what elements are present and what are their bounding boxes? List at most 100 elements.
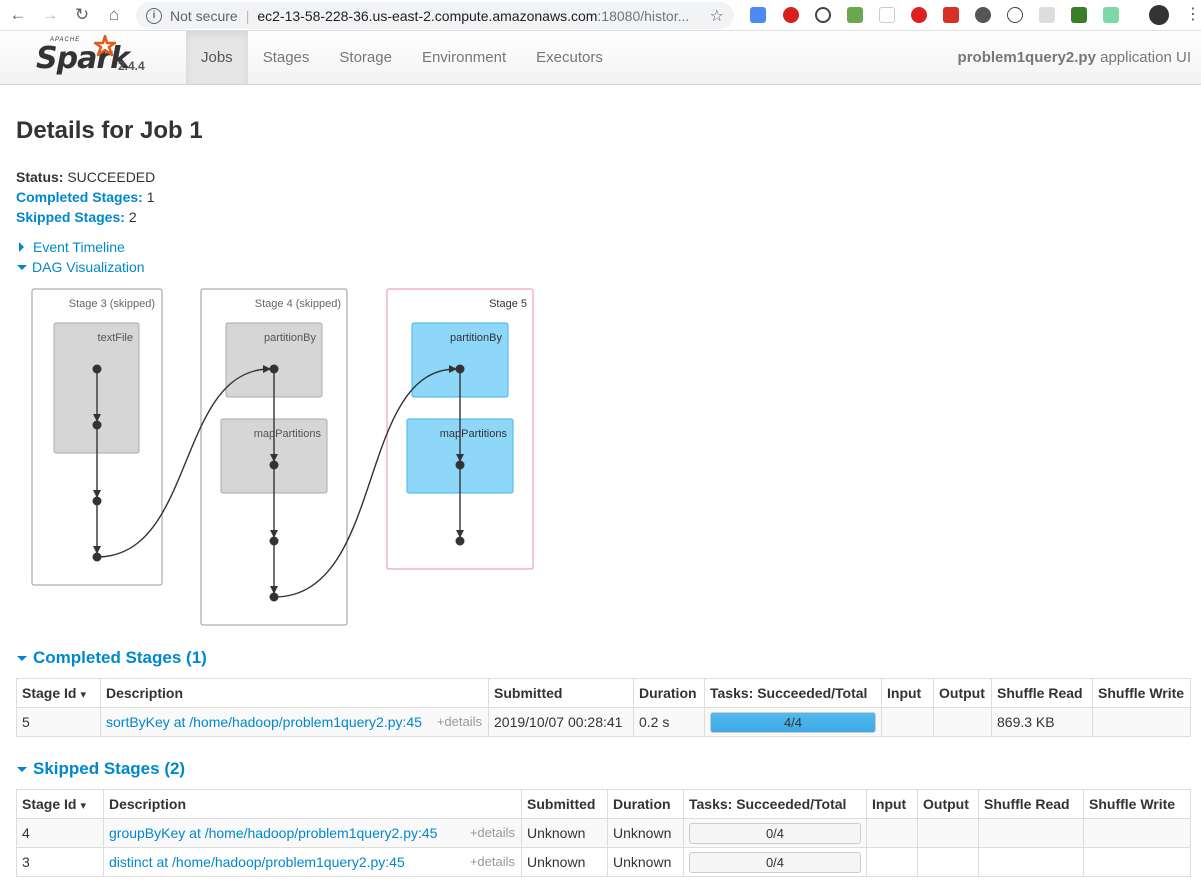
arrow-down-icon bbox=[17, 264, 27, 270]
tab-storage[interactable]: Storage bbox=[324, 31, 407, 84]
input-cell bbox=[881, 707, 934, 737]
status-line: Status: SUCCEEDED bbox=[16, 167, 1185, 187]
column-header-description[interactable]: Description bbox=[100, 678, 489, 708]
spark-star-icon bbox=[94, 35, 116, 57]
column-header-shuffle-write[interactable]: Shuffle Write bbox=[1092, 678, 1191, 708]
event-timeline-toggle[interactable]: Event Timeline bbox=[16, 237, 1185, 257]
tab-jobs[interactable]: Jobs bbox=[186, 31, 248, 84]
dag-visualization-toggle[interactable]: DAG Visualization bbox=[16, 257, 1185, 277]
column-header-shuffle-read[interactable]: Shuffle Read bbox=[991, 678, 1093, 708]
stage-description-link[interactable]: groupByKey at /home/hadoop/problem1query… bbox=[109, 825, 437, 841]
d-icon[interactable] bbox=[1103, 7, 1119, 23]
page-title: Details for Job 1 bbox=[16, 117, 203, 144]
b-icon[interactable] bbox=[1039, 7, 1055, 23]
column-header-tasks[interactable]: Tasks: Succeeded/Total bbox=[704, 678, 882, 708]
duration-cell: Unknown bbox=[607, 818, 684, 848]
stage-5-label: Stage 5 bbox=[489, 298, 527, 310]
skipped-stages-count: 2 bbox=[128, 209, 137, 225]
description-cell: distinct at /home/hadoop/problem1query2.… bbox=[103, 847, 522, 877]
column-header-output[interactable]: Output bbox=[933, 678, 992, 708]
bird-icon[interactable] bbox=[847, 7, 863, 23]
completed-stages-link[interactable]: Completed Stages: bbox=[16, 189, 143, 205]
column-header-input[interactable]: Input bbox=[866, 789, 918, 819]
submitted-cell: 2019/10/07 00:28:41 bbox=[488, 707, 634, 737]
url-host: ec2-13-58-228-36.us-east-2.compute.amazo… bbox=[257, 7, 598, 24]
output-cell bbox=[917, 847, 979, 877]
vivaldi-icon[interactable] bbox=[911, 7, 927, 23]
stage-5-op-label-2: mapPartitions bbox=[440, 428, 508, 440]
status-label: Status: bbox=[16, 169, 64, 185]
nav-tabs: Jobs Stages Storage Environment Executor… bbox=[186, 31, 618, 84]
translate-icon[interactable] bbox=[750, 7, 766, 23]
tasks-cell: 0/4 bbox=[683, 818, 867, 848]
table-header-row: Stage Id ▾ Description Submitted Duration… bbox=[16, 678, 1191, 708]
column-header-submitted[interactable]: Submitted bbox=[488, 678, 634, 708]
home-icon[interactable]: ⌂ bbox=[98, 0, 130, 31]
stage-3-label: Stage 3 (skipped) bbox=[69, 298, 155, 310]
output-cell bbox=[917, 818, 979, 848]
spark-logo[interactable]: APACHE Spark 2.4.4 bbox=[36, 35, 146, 81]
details-toggle[interactable]: +details bbox=[470, 825, 515, 840]
column-header-shuffle-read[interactable]: Shuffle Read bbox=[978, 789, 1084, 819]
avatar[interactable] bbox=[1149, 5, 1169, 25]
skipped-stages-link[interactable]: Skipped Stages: bbox=[16, 209, 125, 225]
url-rest: :18080/histor... bbox=[597, 7, 690, 24]
reload-icon[interactable]: ↻ bbox=[66, 0, 98, 31]
column-header-duration[interactable]: Duration bbox=[607, 789, 684, 819]
browser-toolbar: ← → ↻ ⌂ i Not secure | ec2-13-58-228-36.… bbox=[0, 0, 1201, 31]
arrow-right-icon bbox=[19, 242, 24, 252]
column-header-stage-id[interactable]: Stage Id ▾ bbox=[16, 678, 101, 708]
task-progress-label: 0/4 bbox=[765, 825, 785, 841]
arrow-down-icon bbox=[17, 766, 27, 772]
sync-icon[interactable] bbox=[815, 7, 831, 23]
monitor-icon[interactable] bbox=[1071, 7, 1087, 23]
stage-4-op-label-2: mapPartitions bbox=[254, 428, 322, 440]
stage-id-cell: 5 bbox=[16, 707, 101, 737]
task-progress-label: 0/4 bbox=[765, 854, 785, 870]
table-row: 3 distinct at /home/hadoop/problem1query… bbox=[16, 847, 1191, 877]
menu-dots-icon[interactable]: ⋮ bbox=[1185, 7, 1201, 23]
completed-stages-line: Completed Stages: 1 bbox=[16, 187, 1185, 207]
stage-description-link[interactable]: distinct at /home/hadoop/problem1query2.… bbox=[109, 854, 405, 870]
table-row: 4 groupByKey at /home/hadoop/problem1que… bbox=[16, 818, 1191, 848]
completed-stages-heading[interactable]: Completed Stages (1) bbox=[16, 647, 1185, 669]
column-header-input[interactable]: Input bbox=[881, 678, 934, 708]
column-header-output[interactable]: Output bbox=[917, 789, 979, 819]
details-toggle[interactable]: +details bbox=[470, 854, 515, 869]
bookmark-star-icon[interactable]: ☆ bbox=[710, 6, 724, 26]
task-progress-bar: 0/4 bbox=[689, 822, 861, 844]
back-arrow-icon[interactable]: ← bbox=[2, 0, 34, 31]
stage-3-op-label: textFile bbox=[98, 332, 133, 344]
stage-id-cell: 3 bbox=[16, 847, 104, 877]
column-header-submitted[interactable]: Submitted bbox=[521, 789, 608, 819]
column-header-stage-id[interactable]: Stage Id ▾ bbox=[16, 789, 104, 819]
stage-description-link[interactable]: sortByKey at /home/hadoop/problem1query2… bbox=[106, 714, 422, 730]
adblock-icon[interactable] bbox=[783, 7, 799, 23]
tab-environment[interactable]: Environment bbox=[407, 31, 521, 84]
completed-stages-table: Stage Id ▾ Description Submitted Duration… bbox=[16, 678, 1191, 737]
g-icon[interactable] bbox=[943, 7, 959, 23]
shuffle-write-cell bbox=[1083, 818, 1191, 848]
grid-icon[interactable] bbox=[879, 7, 895, 23]
tasks-cell: 0/4 bbox=[683, 847, 867, 877]
tab-stages[interactable]: Stages bbox=[248, 31, 325, 84]
url-separator: | bbox=[245, 7, 250, 24]
details-toggle[interactable]: +details bbox=[437, 714, 482, 729]
status-value: SUCCEEDED bbox=[67, 169, 156, 185]
column-header-shuffle-write[interactable]: Shuffle Write bbox=[1083, 789, 1191, 819]
moon-icon[interactable] bbox=[975, 7, 991, 23]
stage-5-op-label-1: partitionBy bbox=[450, 332, 502, 344]
task-progress-bar: 4/4 bbox=[710, 711, 876, 733]
tasks-cell: 4/4 bbox=[704, 707, 882, 737]
code-icon[interactable] bbox=[1007, 7, 1023, 23]
address-bar[interactable]: i Not secure | ec2-13-58-228-36.us-east-… bbox=[136, 2, 734, 29]
arrow-down-icon bbox=[17, 655, 27, 661]
column-header-duration[interactable]: Duration bbox=[633, 678, 705, 708]
skipped-stages-heading[interactable]: Skipped Stages (2) bbox=[16, 758, 1185, 780]
shuffle-write-cell bbox=[1083, 847, 1191, 877]
column-header-tasks[interactable]: Tasks: Succeeded/Total bbox=[683, 789, 867, 819]
shuffle-read-cell: 869.3 KB bbox=[991, 707, 1093, 737]
tab-executors[interactable]: Executors bbox=[521, 31, 618, 84]
column-header-description[interactable]: Description bbox=[103, 789, 522, 819]
forward-arrow-icon[interactable]: → bbox=[34, 0, 66, 31]
